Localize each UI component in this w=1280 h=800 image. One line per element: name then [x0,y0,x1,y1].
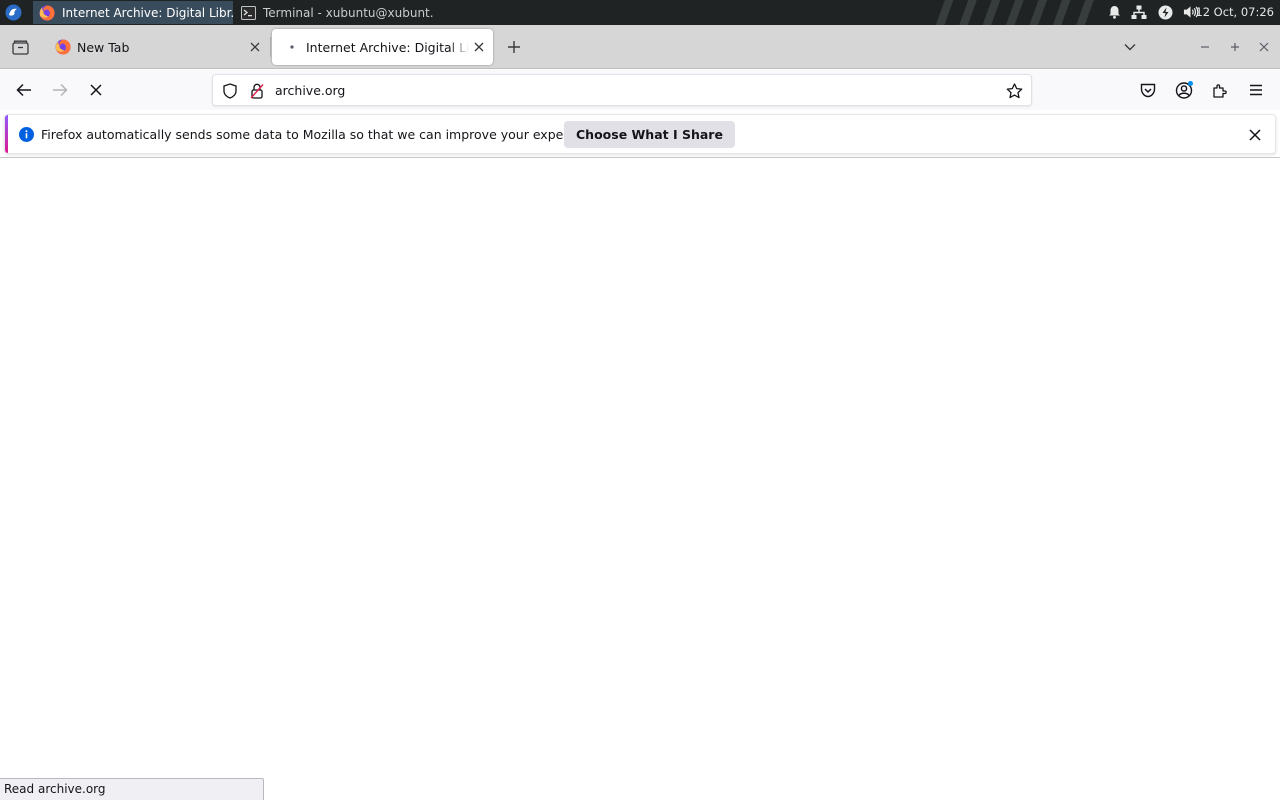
puzzle-icon [1212,83,1227,98]
app-menu-button[interactable] [1244,78,1268,102]
taskbar-item-terminal[interactable]: Terminal - xubuntu@xubunt... [234,1,434,24]
close-icon [250,42,260,52]
panel-decoration [930,0,1100,25]
insecure-lock-icon[interactable] [248,82,266,100]
tab-bar: New Tab Internet Archive: Digital Librar… [0,25,1280,69]
whisker-menu-icon[interactable] [3,2,24,23]
navigation-toolbar: archive.org [0,70,1280,110]
new-tab-button[interactable] [502,35,526,59]
url-bar[interactable]: archive.org [212,74,1032,106]
pocket-button[interactable] [1136,78,1160,102]
forward-button[interactable] [48,78,72,102]
close-icon [474,42,484,52]
close-tab-button[interactable] [245,37,265,57]
stop-icon [90,84,102,96]
close-icon [1249,129,1261,141]
plus-icon [508,41,520,53]
taskbar-item-label: Internet Archive: Digital Libr... [62,5,233,20]
panel-clock[interactable]: 12 Oct, 07:26 [1195,5,1274,19]
status-panel: Read archive.org [0,778,264,800]
notification-message: Firefox automatically sends some data to… [41,127,607,142]
arrow-left-icon [16,83,31,97]
tab-new-tab[interactable]: New Tab [43,29,271,65]
network-icon[interactable] [1131,4,1147,20]
close-icon [1259,42,1269,52]
top-panel: Internet Archive: Digital Libr... Termin… [0,0,1280,25]
tab-label: New Tab [77,39,130,55]
maximize-button[interactable] [1225,37,1245,57]
close-notification-button[interactable] [1245,125,1265,145]
stop-button[interactable] [84,78,108,102]
close-window-button[interactable] [1254,37,1274,57]
power-icon[interactable] [1157,4,1173,20]
pocket-icon [1140,83,1156,97]
notification-accent [5,115,8,153]
bookmark-star-icon[interactable] [1005,82,1023,100]
account-icon [1175,81,1193,99]
terminal-icon [240,5,256,21]
chevron-down-icon [1124,44,1136,51]
firefox-view-button[interactable] [8,35,32,59]
minimize-icon [1201,46,1209,48]
extensions-button[interactable] [1208,78,1232,102]
info-icon [19,127,34,142]
page-content-area[interactable] [0,158,1280,800]
loading-dot-icon [284,39,300,55]
account-button[interactable] [1172,78,1196,102]
taskbar-item-firefox[interactable]: Internet Archive: Digital Libr... [33,1,233,24]
bell-icon[interactable] [1106,4,1122,20]
firefox-view-icon [11,40,29,55]
taskbar-item-label: Terminal - xubuntu@xubunt... [263,5,434,20]
tracking-protection-shield-icon[interactable] [221,82,239,100]
tab-label: Internet Archive: Digital Library [306,39,469,55]
arrow-right-icon [53,83,68,97]
tab-internet-archive[interactable]: Internet Archive: Digital Library [272,29,493,65]
maximize-icon [1231,43,1239,51]
list-all-tabs-button[interactable] [1120,37,1140,57]
back-button[interactable] [12,78,36,102]
data-collection-notification: Firefox automatically sends some data to… [4,114,1276,154]
firefox-icon [39,4,55,21]
close-tab-button[interactable] [469,37,489,57]
minimize-button[interactable] [1195,37,1215,57]
url-text[interactable]: archive.org [275,83,345,98]
choose-what-i-share-button[interactable]: Choose What I Share [564,121,735,148]
firefox-icon [55,39,71,55]
hamburger-menu-icon [1250,84,1262,96]
